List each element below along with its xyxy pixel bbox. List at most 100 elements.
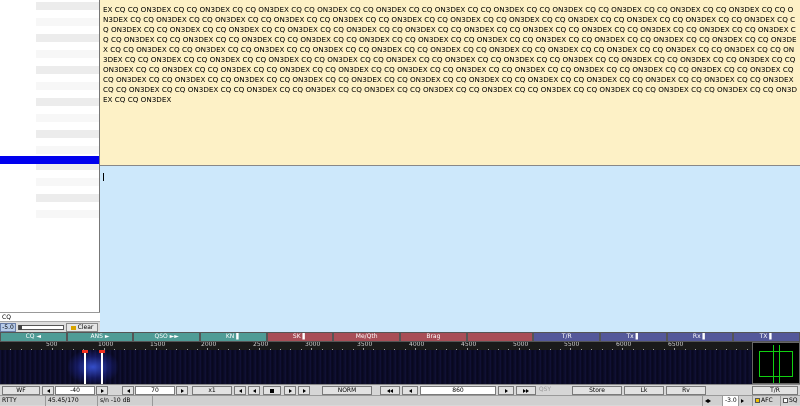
speed-mode-button[interactable]: NORM xyxy=(322,386,372,395)
receive-pane[interactable]: EX CQ CQ ON3DEX CQ CQ ON3DEX CQ CQ ON3DE… xyxy=(100,0,800,166)
right-arrow-icon xyxy=(741,398,744,403)
scope-line xyxy=(773,345,774,383)
right-arrow-icon xyxy=(708,398,711,403)
scale-tick-label: 3500 xyxy=(357,342,373,348)
waterfall-display[interactable] xyxy=(0,350,752,384)
right-arrow-icon xyxy=(504,388,508,393)
wf-mode-button[interactable]: WF xyxy=(2,386,40,395)
scope-frame xyxy=(759,351,793,377)
right-arrow-icon xyxy=(100,388,104,393)
zoom-button[interactable]: x1 xyxy=(192,386,232,395)
left-arrow-icon xyxy=(126,388,130,393)
macro-button-10[interactable]: Tx ▌ xyxy=(600,332,667,342)
squelch-slider[interactable] xyxy=(18,325,64,330)
receive-text: EX CQ CQ ON3DEX CQ CQ ON3DEX CQ CQ ON3DE… xyxy=(103,5,798,104)
scale-tick-label: 6500 xyxy=(668,342,684,348)
macro-bar: CQ ◄ ANS ► QSO ►► KN ▌ SK ▌ Me/Qth Brag T/R Tx ▌… xyxy=(0,332,800,342)
left-arrow-icon xyxy=(46,388,50,393)
macro-button-5[interactable]: SK ▌ xyxy=(266,332,334,342)
frequency-scale[interactable]: 500 1000 1500 2000 2500 3000 3500 4000 4500 5000 5… xyxy=(0,342,752,350)
right-arrow-icon xyxy=(180,388,184,393)
left-arrow-icon xyxy=(238,388,242,393)
channel-row[interactable] xyxy=(36,66,99,74)
clear-label: Clear xyxy=(77,324,94,331)
freq-down-fast-button[interactable] xyxy=(380,386,400,395)
channel-row[interactable] xyxy=(36,130,99,138)
left-arrow-icon xyxy=(408,388,412,393)
freq-down-button[interactable] xyxy=(402,386,418,395)
store-button[interactable]: Store xyxy=(572,386,622,395)
right-arrow-icon xyxy=(526,388,529,393)
scope-line xyxy=(779,345,780,383)
selected-channel-row[interactable] xyxy=(0,156,99,164)
afc-label: AFC xyxy=(761,397,773,404)
slider-knob[interactable] xyxy=(19,325,22,330)
macro-button-12[interactable]: TX ▌ xyxy=(733,332,800,342)
ref-up-button[interactable] xyxy=(96,386,108,395)
signal-browser[interactable] xyxy=(0,0,100,332)
range-up-button[interactable] xyxy=(176,386,188,395)
range-field[interactable]: 70 xyxy=(135,386,175,395)
scroll-right-small-button[interactable] xyxy=(284,386,296,395)
macro-button-7[interactable]: Brag xyxy=(400,332,467,342)
channel-row[interactable] xyxy=(36,50,99,58)
channel-row[interactable] xyxy=(36,210,99,218)
macro-button-11[interactable]: Rx ▌ xyxy=(666,332,734,342)
macro-button-9[interactable]: T/R xyxy=(533,332,601,342)
stop-button[interactable] xyxy=(263,386,281,395)
channel-row[interactable] xyxy=(36,146,99,154)
digiscope[interactable] xyxy=(752,342,800,384)
lock-button[interactable]: Lk xyxy=(624,386,664,395)
clear-button[interactable]: Clear xyxy=(66,323,98,332)
ref-level-field[interactable]: -40 xyxy=(55,386,95,395)
macro-button-4[interactable]: KN ▌ xyxy=(200,332,267,342)
afc-check-icon xyxy=(755,398,760,403)
right-arrow-icon xyxy=(288,388,292,393)
left-arrow-icon xyxy=(252,388,256,393)
scale-tick-label: 5000 xyxy=(513,342,529,348)
macro-button-1[interactable]: CQ ◄ xyxy=(0,332,67,342)
scale-tick-label: 3000 xyxy=(305,342,321,348)
scroll-right-button[interactable] xyxy=(298,386,310,395)
freq-up-button[interactable] xyxy=(498,386,514,395)
channel-row[interactable] xyxy=(36,18,99,26)
space-tone-trace xyxy=(101,350,103,384)
channel-row[interactable] xyxy=(36,2,99,10)
scale-tick-label: 4500 xyxy=(461,342,477,348)
text-cursor xyxy=(103,173,104,181)
sql-label: SQ xyxy=(789,397,798,404)
tr-button[interactable]: T/R xyxy=(752,386,798,395)
search-input[interactable]: CQ xyxy=(0,313,100,322)
waterfall-controls: WF -40 70 x1 NORM 860 QSY Store Lk Rv T/… xyxy=(0,384,800,395)
scroll-left-small-button[interactable] xyxy=(248,386,260,395)
broom-icon xyxy=(70,325,76,330)
signal-blob xyxy=(68,350,118,384)
range-down-button[interactable] xyxy=(122,386,134,395)
mark-tone-marker xyxy=(82,350,88,353)
transmit-pane[interactable] xyxy=(100,166,800,332)
channel-row[interactable] xyxy=(36,98,99,106)
sql-check-icon xyxy=(783,398,788,403)
channel-row[interactable] xyxy=(36,34,99,42)
channel-row[interactable] xyxy=(36,82,99,90)
stop-icon xyxy=(270,388,274,393)
macro-button-2[interactable]: ANS ► xyxy=(66,332,134,342)
squelch-value: -5.0 xyxy=(0,323,16,332)
scroll-left-button[interactable] xyxy=(234,386,246,395)
scale-tick-label: 1500 xyxy=(150,342,166,348)
left-arrow-icon xyxy=(390,388,393,393)
ref-down-button[interactable] xyxy=(42,386,54,395)
macro-button-8[interactable] xyxy=(466,332,534,342)
scale-tick-label: 1000 xyxy=(98,342,114,348)
reverse-button[interactable]: Rv xyxy=(666,386,706,395)
channel-row[interactable] xyxy=(36,178,99,186)
right-arrow-icon xyxy=(302,388,306,393)
channel-row[interactable] xyxy=(36,114,99,122)
macro-button-3[interactable]: QSO ►► xyxy=(133,332,201,342)
space-tone-marker xyxy=(99,350,105,353)
macro-button-6[interactable]: Me/Qth xyxy=(333,332,401,342)
scale-tick-label: 5500 xyxy=(564,342,580,348)
qsy-button[interactable]: QSY xyxy=(530,386,560,395)
frequency-field[interactable]: 860 xyxy=(420,386,496,395)
channel-row[interactable] xyxy=(36,194,99,202)
